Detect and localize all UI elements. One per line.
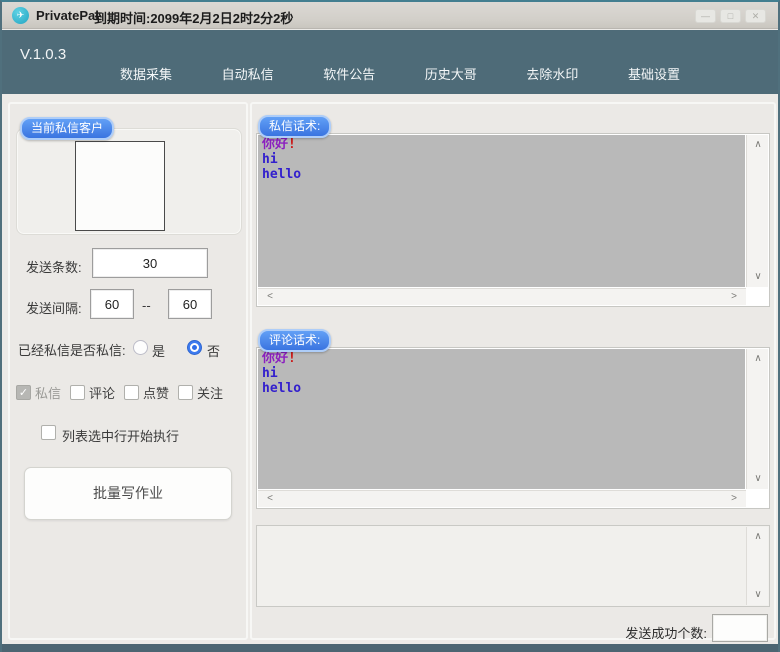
radio-no-label[interactable]: 否 [207,341,220,360]
send-count-input[interactable] [92,248,208,278]
comment-talk-badge: 评论话术: [258,329,331,352]
success-count-label: 发送成功个数: [564,623,707,642]
dm-talk-box: 你好! hi hello ∧ ∨ < > [256,133,770,307]
tab-basic-settings[interactable]: 基础设置 [622,61,686,86]
comment-talk-textarea[interactable]: 你好! hi hello [258,349,745,489]
interval-max-input[interactable] [168,289,212,319]
send-count-label: 发送条数: [26,257,82,276]
tab-watermark[interactable]: 去除水印 [520,61,584,86]
app-title: PrivatePal [36,8,99,23]
checkbox-follow[interactable] [178,385,193,400]
current-customer-badge: 当前私信客户 [20,117,114,140]
checkbox-follow-label[interactable]: 关注 [197,383,223,402]
current-customer-groupbox [16,128,242,235]
dm-talk-badge: 私信话术: [258,115,331,138]
scroll-left-icon[interactable]: < [262,289,278,305]
radio-yes-label[interactable]: 是 [152,341,165,360]
scroll-up-icon[interactable]: ∧ [750,351,766,367]
version-label: V.1.0.3 [20,46,66,63]
success-count-input[interactable] [712,614,768,642]
app-logo-icon: ✈ [12,7,29,24]
window-controls: — □ ✕ [695,9,766,23]
dm-line3: hello [262,167,741,182]
checkbox-like-label[interactable]: 点赞 [143,383,169,402]
start-from-selected-row-label[interactable]: 列表选中行开始执行 [62,426,179,445]
tab-auto-dm[interactable]: 自动私信 [216,61,280,86]
scroll-down-icon[interactable]: ∨ [750,269,766,285]
nav-tabs: 数据采集 自动私信 软件公告 历史大哥 去除水印 基础设置 [114,61,686,86]
close-button[interactable]: ✕ [745,9,766,23]
radio-no[interactable] [187,340,202,355]
minimize-button[interactable]: — [695,9,716,23]
checkbox-comment-label[interactable]: 评论 [89,383,115,402]
log-vertical-scrollbar[interactable]: ∧ ∨ [746,527,768,605]
comment-line1-mark: ! [288,351,296,366]
checkbox-dm[interactable]: ✓ [16,385,31,400]
radio-yes[interactable] [133,340,148,355]
checkbox-like[interactable] [124,385,139,400]
maximize-button[interactable]: □ [720,9,741,23]
comment-line3: hello [262,381,741,396]
scroll-down-icon[interactable]: ∨ [750,471,766,487]
app-window: ✈ PrivatePal 到期时间:2099年2月2日2时2分2秒 — □ ✕ … [0,0,780,652]
customer-avatar-placeholder [75,141,165,231]
dm-talk-textarea[interactable]: 你好! hi hello [258,135,745,287]
interval-min-input[interactable] [90,289,134,319]
scroll-up-icon[interactable]: ∧ [750,137,766,153]
dm-line2: hi [262,152,741,167]
interval-separator: -- [142,298,151,313]
scroll-right-icon[interactable]: > [726,289,742,305]
log-output-box[interactable]: ∧ ∨ [256,525,770,607]
comment-vertical-scrollbar[interactable]: ∧ ∨ [746,349,768,489]
resend-question-label: 已经私信是否私信: [18,340,126,359]
scroll-right-icon[interactable]: > [726,491,742,507]
checkbox-dm-label[interactable]: 私信 [35,383,61,402]
tab-data-collect[interactable]: 数据采集 [114,61,178,86]
dm-vertical-scrollbar[interactable]: ∧ ∨ [746,135,768,287]
comment-horizontal-scrollbar[interactable]: < > [258,490,746,507]
scroll-left-icon[interactable]: < [262,491,278,507]
scroll-up-icon[interactable]: ∧ [750,529,766,545]
comment-talk-box: 你好! hi hello ∧ ∨ < > [256,347,770,509]
dm-line1: 你好 [262,137,288,152]
send-interval-label: 发送间隔: [26,298,82,317]
scroll-down-icon[interactable]: ∨ [750,587,766,603]
tab-announcement[interactable]: 软件公告 [317,61,381,86]
title-bar: ✈ PrivatePal 到期时间:2099年2月2日2时2分2秒 — □ ✕ [2,2,778,29]
dm-horizontal-scrollbar[interactable]: < > [258,288,746,305]
dm-line1-mark: ! [288,137,296,152]
tab-history[interactable]: 历史大哥 [419,61,483,86]
comment-line2: hi [262,366,741,381]
action-checkbox-row: ✓ 私信 评论 点赞 关注 [16,383,232,402]
nav-bar: V.1.0.3 数据采集 自动私信 软件公告 历史大哥 去除水印 基础设置 [2,30,778,94]
batch-write-button[interactable]: 批量写作业 [24,467,232,520]
checkbox-start-from-selected-row[interactable] [41,425,56,440]
window-bottom-border [2,644,778,652]
checkbox-comment[interactable] [70,385,85,400]
expiry-time-label: 到期时间:2099年2月2日2时2分2秒 [94,8,293,27]
comment-line1: 你好 [262,351,288,366]
